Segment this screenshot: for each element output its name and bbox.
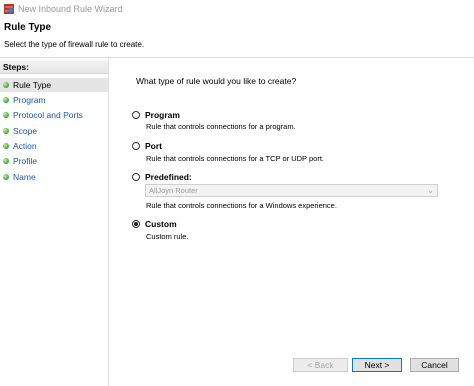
- option-description: Rule that controls connections for a TCP…: [146, 154, 325, 163]
- option-description: Rule that controls connections for a Win…: [146, 201, 337, 210]
- option-label: Port: [145, 141, 162, 151]
- step-label: Name: [13, 172, 36, 182]
- steps-heading: Steps:: [0, 60, 108, 74]
- rule-type-question: What type of rule would you like to crea…: [136, 76, 297, 86]
- step-action[interactable]: Action: [0, 139, 108, 153]
- radio-button[interactable]: [132, 173, 140, 181]
- step-status-icon: [3, 158, 9, 164]
- step-protocol-and-ports[interactable]: Protocol and Ports: [0, 108, 108, 122]
- step-label: Action: [13, 141, 37, 151]
- next-button[interactable]: Next >: [352, 358, 402, 372]
- step-label: Scope: [13, 126, 38, 136]
- step-label: Profile: [13, 156, 38, 166]
- main-content: What type of rule would you like to crea…: [110, 58, 474, 386]
- option-label: Predefined:: [145, 172, 192, 182]
- step-status-icon: [3, 143, 9, 149]
- step-label: Program: [13, 95, 46, 105]
- radio-button[interactable]: [132, 142, 140, 150]
- radio-port[interactable]: Port: [132, 141, 162, 151]
- step-name[interactable]: Name: [0, 170, 108, 184]
- firewall-shield-icon: [4, 3, 14, 14]
- wizard-header: Rule Type Select the type of firewall ru…: [0, 17, 474, 57]
- radio-selected-dot: [134, 222, 138, 226]
- step-label: Protocol and Ports: [13, 110, 83, 120]
- step-scope[interactable]: Scope: [0, 124, 108, 138]
- dropdown-value: AllJoyn Router: [149, 186, 198, 195]
- page-title: Rule Type: [4, 22, 52, 33]
- cancel-button[interactable]: Cancel: [410, 358, 459, 372]
- step-status-icon: [3, 128, 9, 134]
- chevron-down-icon: ⌄: [427, 186, 434, 195]
- option-description: Custom rule.: [146, 232, 189, 241]
- step-rule-type[interactable]: Rule Type: [0, 78, 108, 92]
- page-subtitle: Select the type of firewall rule to crea…: [4, 40, 145, 49]
- steps-panel: Steps: Rule Type Program Protocol and Po…: [0, 58, 109, 386]
- step-status-icon: [3, 97, 9, 103]
- radio-custom[interactable]: Custom: [132, 219, 177, 229]
- step-label: Rule Type: [13, 80, 52, 90]
- option-label: Program: [145, 110, 180, 120]
- radio-program[interactable]: Program: [132, 110, 180, 120]
- step-profile[interactable]: Profile: [0, 154, 108, 168]
- option-label: Custom: [145, 219, 177, 229]
- option-description: Rule that controls connections for a pro…: [146, 122, 296, 131]
- radio-button[interactable]: [132, 111, 140, 119]
- step-status-icon: [3, 174, 9, 180]
- back-button[interactable]: < Back: [293, 358, 348, 372]
- step-status-icon: [3, 112, 9, 118]
- window-title: New Inbound Rule Wizard: [18, 3, 123, 14]
- step-program[interactable]: Program: [0, 93, 108, 107]
- radio-predefined[interactable]: Predefined:: [132, 172, 192, 182]
- predefined-rule-dropdown[interactable]: AllJoyn Router ⌄: [145, 184, 438, 197]
- title-bar: New Inbound Rule Wizard: [0, 0, 474, 17]
- radio-button[interactable]: [132, 220, 140, 228]
- step-status-icon: [3, 82, 9, 88]
